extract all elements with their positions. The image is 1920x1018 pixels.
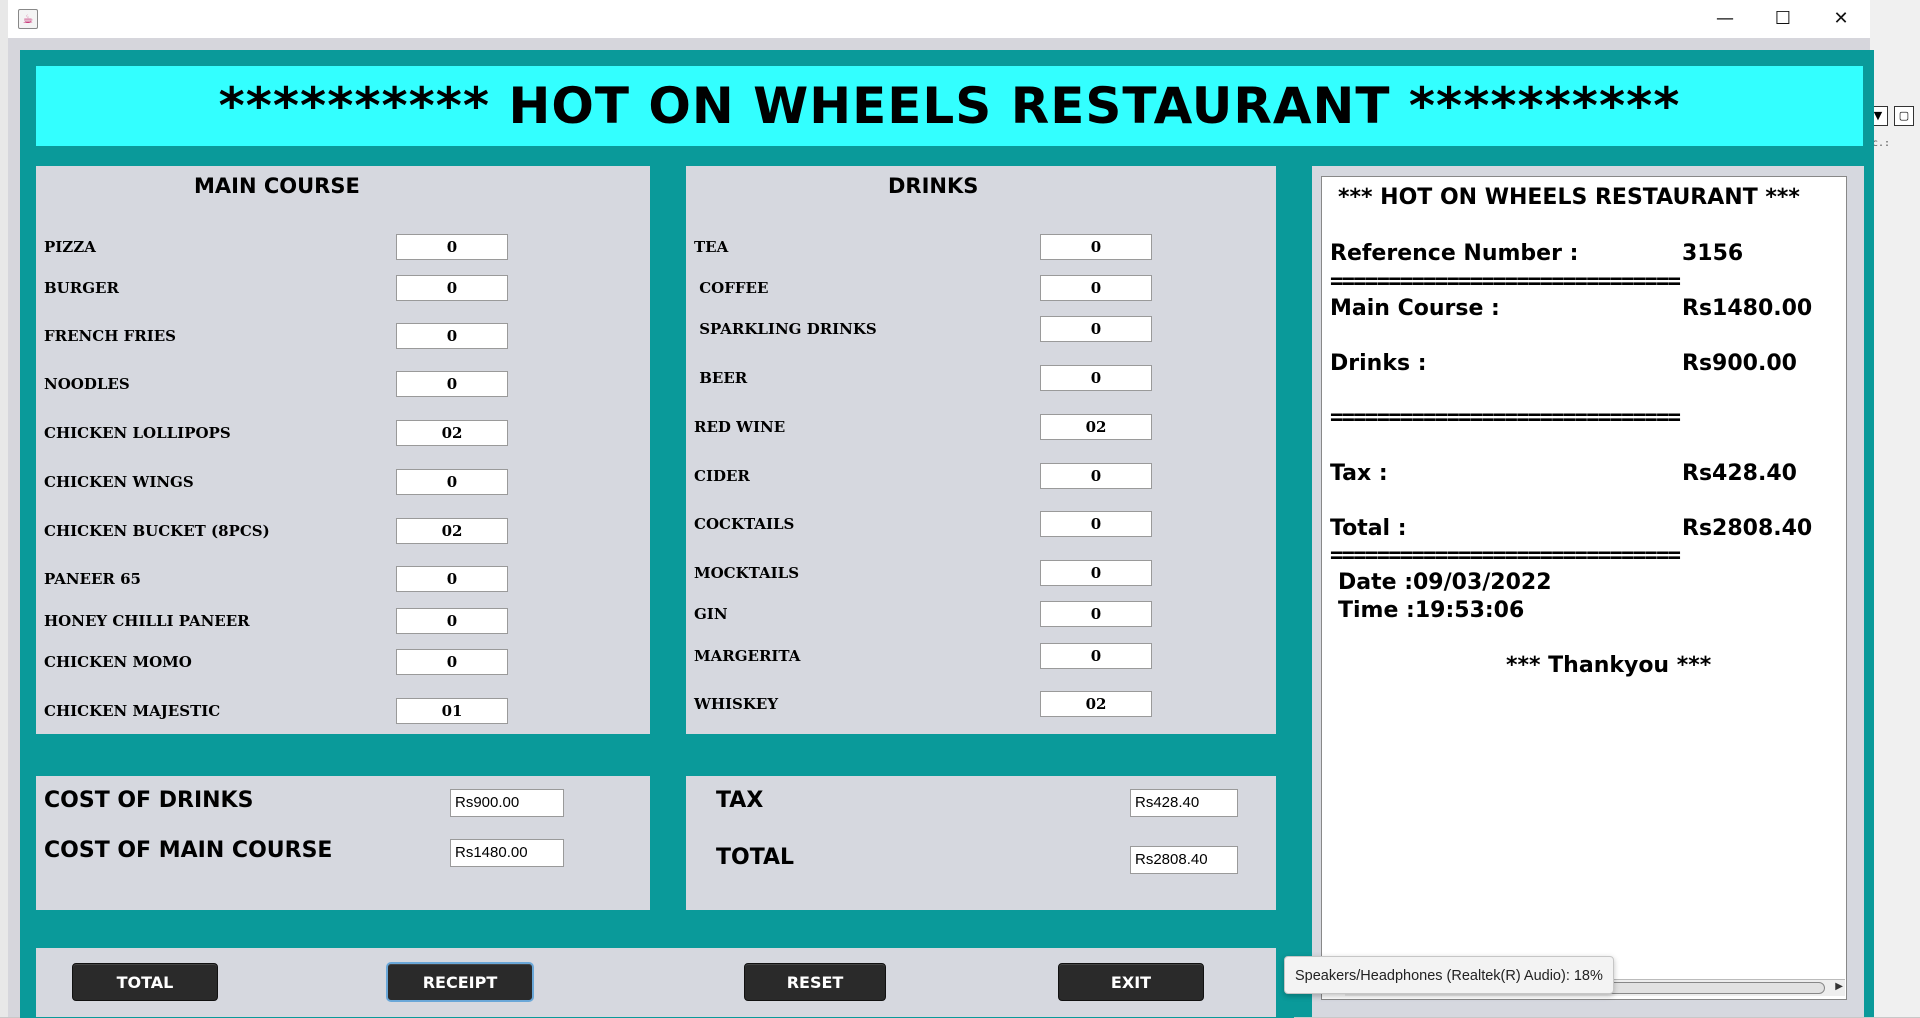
main-course-qty-field[interactable]: 02 — [396, 518, 508, 544]
receipt-date: Date :09/03/2022 — [1338, 570, 1552, 595]
drinks-qty-field[interactable]: 0 — [1040, 643, 1152, 669]
cost-of-drinks-label: COST OF DRINKS — [44, 788, 254, 813]
drinks-item-label: CIDER — [694, 467, 750, 485]
receipt-separator: ============================== — [1330, 269, 1681, 294]
java-cup-icon: ☕ — [18, 9, 38, 29]
volume-tooltip: Speakers/Headphones (Realtek(R) Audio): … — [1284, 956, 1614, 994]
cost-of-drinks-field[interactable]: Rs900.00 — [450, 789, 564, 817]
drinks-qty-field[interactable]: 02 — [1040, 691, 1152, 717]
banner: ********** HOT ON WHEELS RESTAURANT ****… — [36, 66, 1863, 146]
main-course-item-label: CHICKEN MAJESTIC — [44, 702, 221, 720]
drinks-item-label: BEER — [694, 369, 748, 387]
main-course-qty-field[interactable]: 0 — [396, 275, 508, 301]
drinks-qty-field[interactable]: 0 — [1040, 365, 1152, 391]
receipt-main-label: Main Course : — [1330, 296, 1500, 321]
main-course-item-label: PIZZA — [44, 238, 96, 256]
receipt-thanks: *** Thankyou *** — [1506, 653, 1712, 678]
drinks-qty-field[interactable]: 02 — [1040, 414, 1152, 440]
receipt-drinks-label: Drinks : — [1330, 351, 1427, 376]
receipt-drinks-value: Rs900.00 — [1682, 351, 1797, 376]
drinks-qty-field[interactable]: 0 — [1040, 316, 1152, 342]
main-course-qty-field[interactable]: 0 — [396, 649, 508, 675]
main-course-qty-field[interactable]: 02 — [396, 420, 508, 446]
receipt-tax-label: Tax : — [1330, 461, 1388, 486]
main-course-item-label: PANEER 65 — [44, 570, 141, 588]
drinks-item-label: MARGERITA — [694, 647, 801, 665]
main-course-item-label: CHICKEN LOLLIPOPS — [44, 424, 231, 442]
main-course-item-label: CHICKEN WINGS — [44, 473, 194, 491]
receipt-title: *** HOT ON WHEELS RESTAURANT *** — [1338, 185, 1800, 210]
tax-field[interactable]: Rs428.40 — [1130, 789, 1238, 817]
drinks-item-label: COCKTAILS — [694, 515, 795, 533]
main-course-qty-field[interactable]: 01 — [396, 698, 508, 724]
main-course-qty-field[interactable]: 0 — [396, 323, 508, 349]
scroll-right-arrow-icon[interactable]: ▶ — [1835, 981, 1843, 992]
receipt-separator: ============================== — [1330, 405, 1681, 430]
tax-label: TAX — [716, 788, 764, 813]
main-course-qty-field[interactable]: 0 — [396, 234, 508, 260]
main-course-item-label: CHICKEN BUCKET (8PCS) — [44, 522, 270, 540]
bg-window-icon: ▢ — [1894, 106, 1914, 126]
main-course-qty-field[interactable]: 0 — [396, 566, 508, 592]
drinks-qty-field[interactable]: 0 — [1040, 234, 1152, 260]
exit-button[interactable]: EXIT — [1058, 963, 1204, 1001]
drinks-heading: DRINKS — [888, 174, 979, 198]
drinks-qty-field[interactable]: 0 — [1040, 560, 1152, 586]
main-course-heading: MAIN COURSE — [194, 174, 360, 198]
receipt-main-value: Rs1480.00 — [1682, 296, 1813, 321]
drinks-qty-field[interactable]: 0 — [1040, 601, 1152, 627]
total-field[interactable]: Rs2808.40 — [1130, 846, 1238, 874]
cost-of-main-course-label: COST OF MAIN COURSE — [44, 838, 333, 863]
receipt-total-label: Total : — [1330, 516, 1407, 541]
maximize-button[interactable]: ☐ — [1754, 0, 1812, 38]
drinks-item-label: TEA — [694, 238, 729, 256]
bg-text: c.: — [1872, 138, 1891, 149]
total-button[interactable]: TOTAL — [72, 963, 218, 1001]
main-course-qty-field[interactable]: 0 — [396, 371, 508, 397]
main-course-panel: MAIN COURSE — [36, 166, 650, 734]
drinks-item-label: MOCKTAILS — [694, 564, 800, 582]
drinks-item-label: RED WINE — [694, 418, 786, 436]
receipt-tax-value: Rs428.40 — [1682, 461, 1797, 486]
receipt-total-value: Rs2808.40 — [1682, 516, 1813, 541]
drinks-item-label: GIN — [694, 605, 728, 623]
total-label: TOTAL — [716, 845, 795, 870]
receipt-ref-value: 3156 — [1682, 241, 1744, 266]
cost-of-main-course-field[interactable]: Rs1480.00 — [450, 839, 564, 867]
restaurant-title: ********** HOT ON WHEELS RESTAURANT ****… — [218, 77, 1681, 135]
main-course-item-label: BURGER — [44, 279, 119, 297]
minimize-button[interactable]: — — [1696, 0, 1754, 38]
drinks-item-label: WHISKEY — [694, 695, 779, 713]
reset-button[interactable]: RESET — [744, 963, 886, 1001]
drinks-qty-field[interactable]: 0 — [1040, 463, 1152, 489]
receipt-time: Time :19:53:06 — [1338, 598, 1525, 623]
receipt-button[interactable]: RECEIPT — [386, 962, 534, 1002]
close-button[interactable]: ✕ — [1812, 0, 1870, 38]
drinks-item-label: COFFEE — [694, 279, 769, 297]
receipt-separator: ============================== — [1330, 543, 1681, 568]
main-course-item-label: HONEY CHILLI PANEER — [44, 612, 250, 630]
drinks-item-label: SPARKLING DRINKS — [694, 320, 877, 338]
receipt-ref-label: Reference Number : — [1330, 241, 1579, 266]
main-course-qty-field[interactable]: 0 — [396, 469, 508, 495]
drinks-qty-field[interactable]: 0 — [1040, 511, 1152, 537]
background-window: ▼ ▢ c.: — [1868, 0, 1920, 1017]
drinks-qty-field[interactable]: 0 — [1040, 275, 1152, 301]
main-course-item-label: CHICKEN MOMO — [44, 653, 192, 671]
main-course-qty-field[interactable]: 0 — [396, 608, 508, 634]
receipt-text-area[interactable]: *** HOT ON WHEELS RESTAURANT *** Referen… — [1321, 176, 1847, 1000]
main-course-item-label: NOODLES — [44, 375, 130, 393]
main-course-item-label: FRENCH FRIES — [44, 327, 176, 345]
title-bar[interactable]: ☕ — ☐ ✕ — [8, 0, 1870, 38]
